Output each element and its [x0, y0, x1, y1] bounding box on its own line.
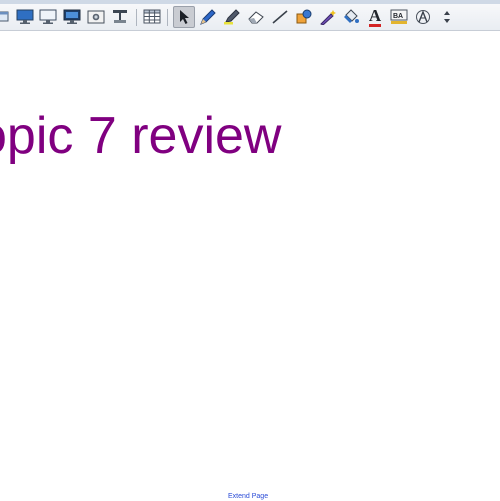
table-icon[interactable] [141, 6, 163, 28]
monitor-screen-icon[interactable] [61, 6, 83, 28]
shapes-icon[interactable] [293, 6, 315, 28]
select-arrow-icon[interactable] [173, 6, 195, 28]
main-toolbar: A BA [0, 4, 500, 31]
toolbar-separator [167, 9, 168, 26]
pen-icon[interactable] [197, 6, 219, 28]
eraser-icon[interactable] [245, 6, 267, 28]
window-icon[interactable] [0, 6, 13, 28]
monitor-outline-icon[interactable] [37, 6, 59, 28]
text-tool-letter: A [368, 5, 382, 27]
toolbar-separator [136, 9, 137, 26]
text-icon[interactable]: A [364, 6, 386, 28]
page-title: opic 7 review [0, 107, 282, 165]
line-icon[interactable] [269, 6, 291, 28]
measure-tools-icon[interactable] [412, 6, 434, 28]
svg-text:BA: BA [393, 13, 403, 20]
camera-window-icon[interactable] [85, 6, 107, 28]
fill-icon[interactable] [340, 6, 362, 28]
monitor-icon[interactable] [14, 6, 36, 28]
highlighter-icon[interactable] [221, 6, 243, 28]
more-arrows-icon[interactable] [436, 6, 458, 28]
recognition-icon[interactable]: BA [388, 6, 410, 28]
magic-pen-icon[interactable] [317, 6, 339, 28]
document-camera-icon[interactable] [109, 6, 131, 28]
